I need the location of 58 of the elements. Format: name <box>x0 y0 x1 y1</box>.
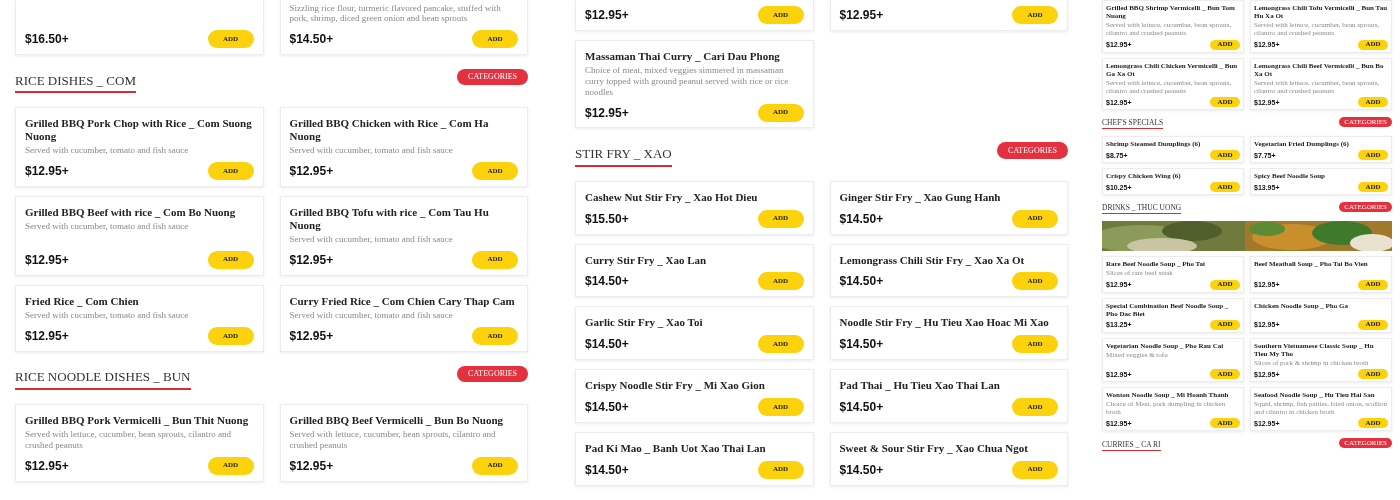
item-price: $12.95+ <box>585 105 629 120</box>
item-price: $14.50+ <box>839 211 884 226</box>
item-price: $16.50+ <box>25 32 69 47</box>
item-title: Grilled BBQ Beef Vermicelli _ Bun Bo Nuong <box>289 414 505 427</box>
item-price: $12.95+ <box>289 252 334 267</box>
item-price: $14.50+ <box>839 274 884 289</box>
item-price: $14.50+ <box>585 400 629 414</box>
item-price: $12.95+ <box>25 458 69 473</box>
item-title: Curry Fried Rice _ Com Chien Cary Thap Cam <box>289 294 516 308</box>
item-price: $14.50+ <box>289 32 334 47</box>
item-description: Served with cucumber, tomato and fish sauce <box>25 145 190 156</box>
item-title: Curry Stir Fry _ Xao Lan <box>585 253 708 267</box>
item-price: $12.95+ <box>25 164 69 179</box>
section-title: RICE DISHES _ COM <box>15 72 136 94</box>
item-title: Fried Rice _ Com Chien <box>25 294 140 308</box>
item-price: $12.95+ <box>25 252 69 267</box>
item-title: Lemongrass Chili Stir Fry _ Xao Xa Ot <box>839 253 1026 267</box>
item-price: $12.95+ <box>289 329 334 343</box>
item-price: $12.95+ <box>585 8 629 23</box>
item-title: Grilled BBQ Pork Vermicelli _ Bun Thit Nuong <box>25 414 250 427</box>
item-title: Grilled BBQ Chicken with Rice _ Com Ha Nuong <box>289 117 490 143</box>
item-title: Grilled BBQ Pork Chop with Rice _ Com Suong Nuong <box>25 117 253 143</box>
section-title: STIR FRY _ XAO <box>575 146 672 167</box>
item-price: $12.95+ <box>289 164 334 179</box>
item-title: Sweet & Sour Stir Fry _ Xao Chua Ngot <box>839 441 1029 455</box>
categories-button[interactable]: CATEGORIES <box>457 365 528 383</box>
item-price: $14.50+ <box>839 462 884 477</box>
item-title: Crispy Noodle Stir Fry _ Mi Xao Gion <box>585 379 766 392</box>
item-title: Pad Ki Mao _ Banh Uot Xao Thai Lan <box>585 441 767 455</box>
item-title: Garlic Stir Fry _ Xao Toi <box>585 316 704 329</box>
item-price: $14.50+ <box>585 462 629 477</box>
item-title: Massaman Thai Curry _ Cari Dau Phong <box>585 50 781 63</box>
item-title: Cashew Nut Stir Fry _ Xao Hot Dieu <box>585 190 759 204</box>
item-price: $14.50+ <box>839 400 884 414</box>
item-price: $14.50+ <box>585 274 629 289</box>
item-title: Grilled BBQ Tofu with rice _ Com Tau Hu Nuong <box>289 206 490 232</box>
item-description: Served with cucumber, tomato and fish sauce <box>25 310 190 321</box>
item-description: Choice of meat, mixed veggies simmered in massaman curry topped with ground peanut served with rice or rice noodles <box>585 65 790 98</box>
item-title: Noodle Stir Fry _ Hu Tieu Xao Hoac Mi Xao <box>839 316 1050 329</box>
item-description: Served with cucumber, tomato and fish sauce <box>289 145 454 156</box>
item-description: Sizzling rice flour, turmeric flavored pancake, stuffed with pork, shrimp, diced green onion and bean sprouts <box>289 2 502 24</box>
categories-button[interactable]: CATEGORIES <box>457 69 528 86</box>
item-description: Served with cucumber, tomato and fish sauce <box>289 310 454 321</box>
item-title: Pad Thai _ Hu Tieu Xao Thai Lan <box>839 379 1001 392</box>
item-title: Ginger Stir Fry _ Xao Gung Hanh <box>839 190 1002 204</box>
item-price: $12.95+ <box>289 458 334 473</box>
section-title: RICE NOODLE DISHES _ BUN <box>15 369 191 391</box>
item-description: Served with lettuce, cucumber, bean sprouts, cilantro and crushed peanuts <box>25 429 233 451</box>
item-price: $14.50+ <box>585 337 629 352</box>
item-description: Served with lettuce, cucumber, bean sprouts, cilantro and crushed peanuts <box>289 429 497 451</box>
item-price: $12.95+ <box>25 329 69 343</box>
item-title: Grilled BBQ Beef with rice _ Com Bo Nuong <box>25 206 237 219</box>
item-price: $15.50+ <box>585 211 629 226</box>
item-description: Served with cucumber, tomato and fish sauce <box>25 221 190 232</box>
item-description: Served with cucumber, tomato and fish sauce <box>289 234 454 245</box>
item-price: $12.95+ <box>839 8 884 23</box>
categories-button[interactable]: CATEGORIES <box>997 142 1068 159</box>
item-price: $14.50+ <box>839 337 884 352</box>
